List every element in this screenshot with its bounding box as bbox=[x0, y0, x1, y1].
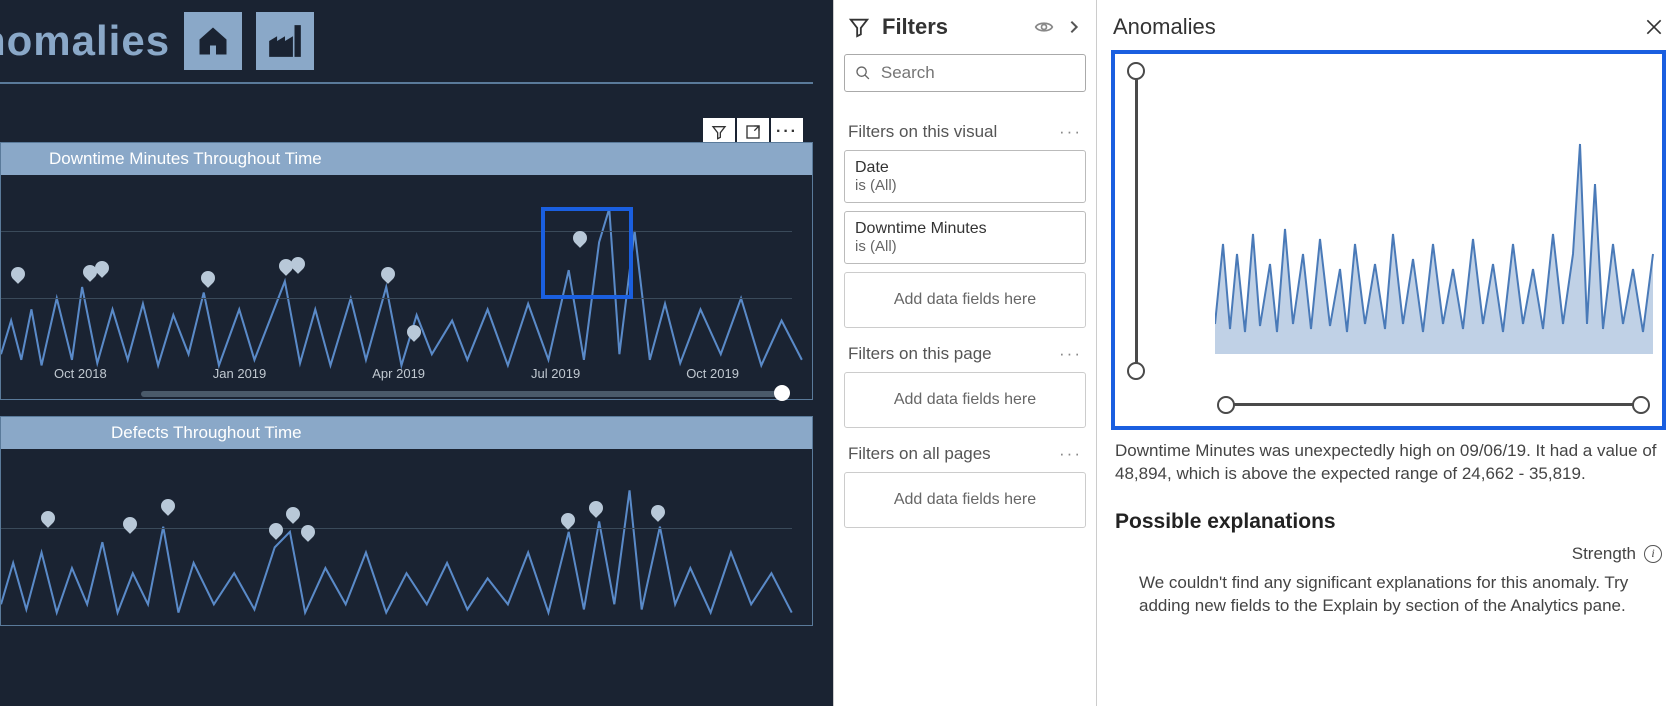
anomaly-description: Downtime Minutes was unexpectedly high o… bbox=[1111, 430, 1666, 504]
strength-row: Strength i bbox=[1111, 540, 1666, 572]
section-more-button[interactable]: ··· bbox=[1059, 444, 1082, 464]
possible-explanations-header: Possible explanations bbox=[1111, 504, 1666, 540]
filter-card-date[interactable]: Date is (All) bbox=[844, 150, 1086, 203]
y-axis-handle-top[interactable] bbox=[1127, 62, 1145, 80]
report-header: nomalies bbox=[0, 0, 833, 82]
chart-title: Defects Throughout Time bbox=[1, 417, 812, 449]
line-series bbox=[1, 449, 812, 625]
filter-summary: is (All) bbox=[855, 177, 1075, 194]
filters-header: Filters bbox=[844, 8, 1086, 54]
report-canvas: nomalies ··· Downtime Minutes Throughout… bbox=[0, 0, 833, 706]
chart-title: Downtime Minutes Throughout Time bbox=[1, 143, 812, 175]
section-label: Filters on this page bbox=[848, 344, 992, 364]
funnel-icon bbox=[848, 16, 870, 38]
mini-line-series bbox=[1215, 94, 1655, 384]
focus-icon bbox=[745, 124, 761, 140]
search-input[interactable] bbox=[881, 63, 1075, 83]
filter-search-box[interactable] bbox=[844, 54, 1086, 92]
factory-nav-button[interactable] bbox=[256, 12, 314, 70]
filters-on-page-header: Filters on this page ··· bbox=[844, 334, 1086, 372]
filter-card-downtime[interactable]: Downtime Minutes is (All) bbox=[844, 211, 1086, 264]
time-slider[interactable] bbox=[141, 391, 782, 397]
add-fields-all[interactable]: Add data fields here bbox=[844, 472, 1086, 528]
chart-plot-area: Oct 2018 Jan 2019 Apr 2019 Jul 2019 Oct … bbox=[1, 175, 812, 399]
x-tick: Jan 2019 bbox=[213, 366, 267, 381]
section-label: Filters on this visual bbox=[848, 122, 997, 142]
x-axis-labels: Oct 2018 Jan 2019 Apr 2019 Jul 2019 Oct … bbox=[1, 366, 792, 381]
filters-on-visual-header: Filters on this visual ··· bbox=[844, 112, 1086, 150]
filter-field-name: Downtime Minutes bbox=[855, 220, 1075, 238]
close-button[interactable] bbox=[1644, 17, 1664, 37]
anomalies-header: Anomalies bbox=[1111, 8, 1666, 50]
x-tick: Apr 2019 bbox=[372, 366, 425, 381]
x-axis-handle-left[interactable] bbox=[1217, 396, 1235, 414]
explanations-body: We couldn't find any significant explana… bbox=[1111, 572, 1666, 618]
home-nav-button[interactable] bbox=[184, 12, 242, 70]
ellipsis-icon: ··· bbox=[776, 123, 798, 141]
search-icon bbox=[855, 64, 871, 82]
x-axis-slider-track[interactable] bbox=[1225, 403, 1642, 406]
anomalies-title: Anomalies bbox=[1113, 14, 1216, 40]
divider bbox=[0, 82, 813, 84]
section-label: Filters on all pages bbox=[848, 444, 991, 464]
section-more-button[interactable]: ··· bbox=[1059, 122, 1082, 142]
eye-icon[interactable] bbox=[1034, 17, 1054, 37]
defects-chart-visual[interactable]: Defects Throughout Time bbox=[0, 416, 813, 626]
section-more-button[interactable]: ··· bbox=[1059, 344, 1082, 364]
home-icon bbox=[195, 23, 231, 59]
y-axis-slider-track[interactable] bbox=[1135, 70, 1138, 370]
funnel-icon bbox=[711, 124, 727, 140]
filters-title: Filters bbox=[882, 14, 1022, 40]
downtime-chart-visual[interactable]: Downtime Minutes Throughout Time Oct 201… bbox=[0, 142, 813, 400]
close-icon bbox=[1644, 17, 1664, 37]
strength-label: Strength bbox=[1572, 544, 1636, 564]
x-axis-handle-right[interactable] bbox=[1632, 396, 1650, 414]
filter-summary: is (All) bbox=[855, 238, 1075, 255]
anomalies-panel: Anomalies Downtime Minutes was unexpecte… bbox=[1097, 0, 1680, 706]
chart-plot-area bbox=[1, 449, 812, 625]
add-fields-visual[interactable]: Add data fields here bbox=[844, 272, 1086, 328]
chevron-right-icon[interactable] bbox=[1066, 19, 1082, 35]
filter-field-name: Date bbox=[855, 159, 1075, 177]
slider-handle[interactable] bbox=[774, 385, 790, 401]
add-fields-page[interactable]: Add data fields here bbox=[844, 372, 1086, 428]
x-tick: Oct 2018 bbox=[54, 366, 107, 381]
y-axis-handle-bottom[interactable] bbox=[1127, 362, 1145, 380]
filters-panel: Filters Filters on this visual ··· Date … bbox=[833, 0, 1097, 706]
info-icon[interactable]: i bbox=[1644, 545, 1662, 563]
filters-on-all-header: Filters on all pages ··· bbox=[844, 434, 1086, 472]
page-title: nomalies bbox=[0, 17, 170, 65]
x-tick: Jul 2019 bbox=[531, 366, 580, 381]
anomaly-thumbnail-chart[interactable] bbox=[1111, 50, 1666, 430]
factory-icon bbox=[266, 22, 304, 60]
x-tick: Oct 2019 bbox=[686, 366, 739, 381]
